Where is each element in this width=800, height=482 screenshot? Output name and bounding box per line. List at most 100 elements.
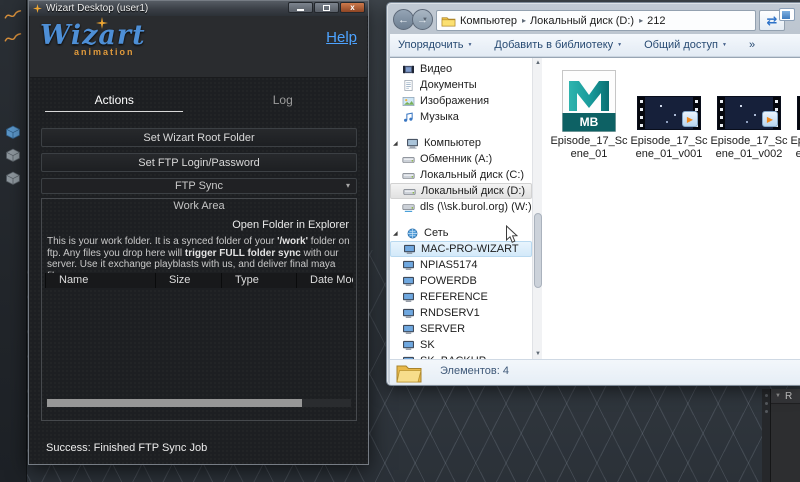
tab-actions[interactable]: Actions xyxy=(30,87,199,113)
tab-label: Actions xyxy=(95,93,134,107)
document-icon xyxy=(402,80,415,91)
wizart-header: Wizart animation Help xyxy=(30,16,367,78)
sidebar-item-видео[interactable]: Видео xyxy=(390,61,532,77)
cube-blue-icon xyxy=(4,125,22,139)
desc-bold: trigger FULL folder sync xyxy=(185,248,301,259)
expand-triangle-icon[interactable]: ◢ xyxy=(393,230,401,237)
sidebar-item-музыка[interactable]: Музыка xyxy=(390,109,532,125)
close-button[interactable]: x xyxy=(340,2,365,13)
sidebar-item-sk[interactable]: SK xyxy=(390,337,532,353)
chevron-down-icon: ▼ xyxy=(467,42,472,48)
sidebar-label: SERVER xyxy=(420,323,465,335)
sidebar-label: POWERDB xyxy=(420,275,477,287)
column-header[interactable]: Type xyxy=(221,273,296,288)
scrollbar-thumb[interactable] xyxy=(534,213,542,288)
column-header[interactable]: Name xyxy=(45,273,155,288)
sidebar-item-документы[interactable]: Документы xyxy=(390,77,532,93)
refresh-icon: ⇄ xyxy=(767,13,778,29)
breadcrumb-separator-icon: ▸ xyxy=(522,16,526,25)
wizart-app-icon xyxy=(33,4,42,13)
breadcrumb-segment[interactable]: Локальный диск (D:) xyxy=(530,15,634,27)
drive-icon xyxy=(402,170,415,181)
column-header[interactable]: Size xyxy=(155,273,221,288)
tab-label: Log xyxy=(273,93,293,107)
wizart-logo: Wizart animation xyxy=(40,20,170,57)
network-icon xyxy=(406,228,419,239)
sidebar-item-обменник-a[interactable]: Обменник (A:) xyxy=(390,151,532,167)
set-wizart-root-folder-button[interactable]: Set Wizart Root Folder xyxy=(41,128,357,147)
sidebar-label: Музыка xyxy=(420,111,459,123)
address-dropdown-icon[interactable]: ▼ xyxy=(422,17,428,23)
maximize-button[interactable] xyxy=(314,2,339,13)
expand-triangle-icon[interactable]: ◢ xyxy=(393,140,401,147)
sidebar-item-локальный-диск-c[interactable]: Локальный диск (C:) xyxy=(390,167,532,183)
wizart-status-text: Success: Finished FTP Sync Job xyxy=(46,442,207,454)
sidebar-label: dls (\\sk.burol.org) (W:) xyxy=(420,201,532,213)
breadcrumb-segment[interactable]: Компьютер xyxy=(460,15,517,27)
scrollbar-thumb[interactable] xyxy=(47,399,302,407)
explorer-nav-bar: ← → Компьютер▸Локальный диск (D:)▸212 ▼ … xyxy=(390,7,800,33)
file-list: MBEpisode_17_Scene_01▶Episode_17_Scene_0… xyxy=(542,58,800,359)
sidebar-item-server[interactable]: SERVER xyxy=(390,321,532,337)
minimize-button[interactable] xyxy=(288,2,313,13)
pc-icon xyxy=(402,340,415,351)
open-folder-link[interactable]: Open Folder in Explorer xyxy=(232,219,349,231)
file-name: Episode_17_Scene_01 xyxy=(550,135,628,160)
sidebar-item-локальный-диск-d[interactable]: Локальный диск (D:) xyxy=(390,183,532,199)
back-button[interactable]: ← xyxy=(393,9,414,30)
sidebar-label: MAC-PRO-WIZART xyxy=(421,243,519,255)
sidebar-item-npias5174[interactable]: NPIAS5174 xyxy=(390,257,532,273)
sparkle-icon xyxy=(96,16,108,34)
sidebar-item-dls-sk-burol-org-w[interactable]: dls (\\sk.burol.org) (W:) xyxy=(390,199,532,215)
sidebar-item-powerdb[interactable]: POWERDB xyxy=(390,273,532,289)
sidebar-item-компьютер[interactable]: ◢Компьютер xyxy=(390,135,532,151)
curve-tool-icon xyxy=(4,8,22,22)
file-item[interactable]: ▶Episode_17_Scene_01_v003 xyxy=(790,66,800,160)
sidebar-item-reference[interactable]: REFERENCE xyxy=(390,289,532,305)
chevron-down-icon: ▼ xyxy=(775,393,781,399)
maya-panel-label: R xyxy=(785,391,792,402)
ftp-sync-dropdown[interactable]: FTP Sync▾ xyxy=(41,178,357,194)
общий-доступ-button[interactable]: Общий доступ▼ xyxy=(644,39,727,51)
item-button[interactable]: » xyxy=(749,39,755,51)
sidebar-item-rndserv1[interactable]: RNDSERV1 xyxy=(390,305,532,321)
network-drive-icon xyxy=(402,202,415,213)
toolbar-label: » xyxy=(749,39,755,51)
change-view-icon[interactable] xyxy=(779,8,795,21)
sidebar-scrollbar[interactable]: ▲ ▼ xyxy=(532,58,542,359)
tab-log[interactable]: Log xyxy=(199,87,368,113)
explorer-toolbar: Упорядочить ▼ Добавить в библиотеку▼ Общий … xyxy=(390,34,800,57)
maya-panel-header[interactable]: ▼ R xyxy=(771,389,800,404)
breadcrumb-segment[interactable]: 212 xyxy=(647,15,665,27)
curve-tool-icon xyxy=(4,31,22,45)
set-ftp-login-password-button[interactable]: Set FTP Login/Password xyxy=(41,153,357,172)
file-name: Episode_17_Scene_01_v002 xyxy=(710,135,788,160)
pc-icon xyxy=(402,292,415,303)
dropdown-label: FTP Sync xyxy=(175,180,223,192)
horizontal-scrollbar[interactable] xyxy=(47,399,351,407)
file-item[interactable]: ▶Episode_17_Scene_01_v001 xyxy=(630,66,708,160)
pc-icon xyxy=(402,324,415,335)
help-link[interactable]: Help xyxy=(326,29,357,46)
toolbar-label: Упорядочить xyxy=(398,39,463,51)
address-bar[interactable]: Компьютер ▸ Локальный диск (D:) ▸ 212 xyxy=(436,10,756,31)
добавить-в-библиотеку-button[interactable]: Добавить в библиотеку▼ xyxy=(494,39,622,51)
maya-panel-grip[interactable] xyxy=(762,389,770,482)
file-item[interactable]: ▶ Episode_17_Scene_01_v002 xyxy=(710,66,788,160)
sidebar-label: Изображения xyxy=(420,95,489,107)
упорядочить-button[interactable]: Упорядочить ▼ xyxy=(398,39,472,51)
sidebar-label: Обменник (A:) xyxy=(420,153,492,165)
pc-icon xyxy=(402,308,415,319)
maximize-icon xyxy=(323,5,330,11)
close-icon: x xyxy=(350,3,354,12)
column-header[interactable]: Date Modif xyxy=(296,273,353,288)
breadcrumb-separator-icon: ▸ xyxy=(639,16,643,25)
sidebar-label: Локальный диск (C:) xyxy=(420,169,524,181)
pc-icon xyxy=(402,276,415,287)
video-file-icon: ▶ xyxy=(717,96,781,130)
file-name: Episode_17_Scene_01_v001 xyxy=(630,135,708,160)
items-count: Элементов: 4 xyxy=(440,365,509,377)
toolbar-label: Добавить в библиотеку xyxy=(494,39,613,51)
file-item[interactable]: MBEpisode_17_Scene_01 xyxy=(550,66,628,160)
sidebar-item-изображения[interactable]: Изображения xyxy=(390,93,532,109)
